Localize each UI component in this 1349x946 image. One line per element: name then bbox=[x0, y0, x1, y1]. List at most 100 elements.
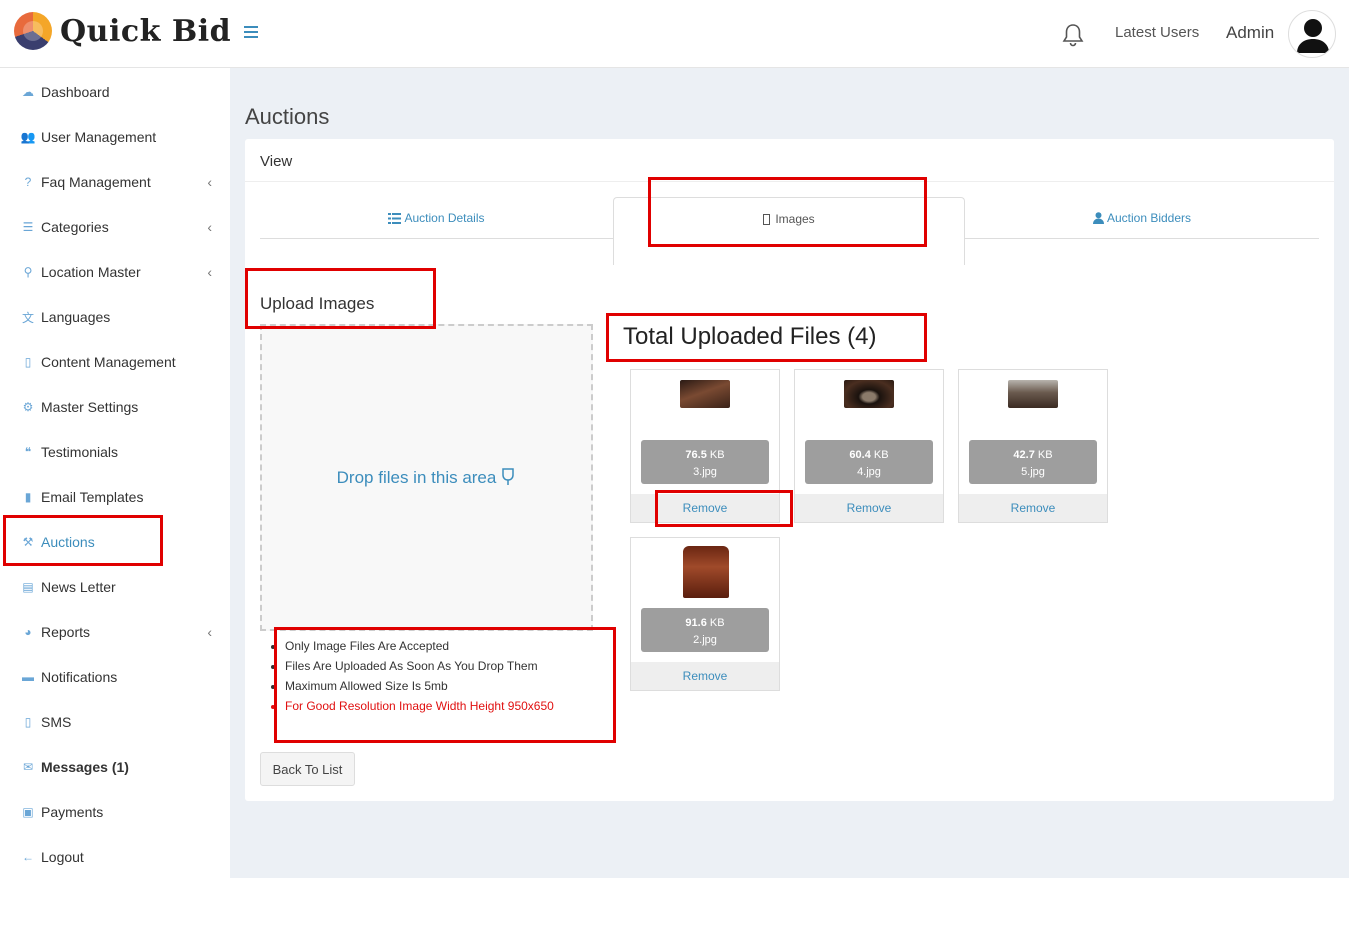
rule-item: Maximum Allowed Size Is 5mb bbox=[285, 676, 554, 696]
file-thumbnail bbox=[680, 380, 730, 408]
pin-icon: ⚲ bbox=[23, 265, 33, 279]
sidebar-item-label: Languages bbox=[41, 309, 111, 325]
sidebar-item-messages-1[interactable]: ✉ Messages (1) bbox=[0, 747, 230, 787]
sidebar-item-faq-management[interactable]: ? Faq Management ‹ bbox=[0, 162, 230, 202]
sidebar-item-label: Email Templates bbox=[41, 489, 144, 505]
total-uploaded-title: Total Uploaded Files (4) bbox=[623, 323, 877, 350]
sidebar-item-label: Content Management bbox=[41, 354, 176, 370]
sidebar-item-label: Testimonials bbox=[41, 444, 119, 460]
chevron-left-icon: ‹ bbox=[207, 174, 212, 190]
tab-images[interactable]: Images bbox=[613, 197, 965, 265]
sidebar-item-notifications[interactable]: ▬ Notifications bbox=[0, 657, 230, 697]
sidebar-item-categories[interactable]: ☰ Categories ‹ bbox=[0, 207, 230, 247]
sidebar-item-dashboard[interactable]: ☁ Dashboard bbox=[0, 72, 230, 112]
logo-icon bbox=[14, 12, 52, 50]
sidebar-item-languages[interactable]: 文 Languages bbox=[0, 297, 230, 337]
back-to-list-button[interactable]: Back To List bbox=[260, 752, 355, 786]
sidebar-item-reports[interactable]: ◕ Reports ‹ bbox=[0, 612, 230, 652]
sidebar-item-payments[interactable]: ▣ Payments bbox=[0, 792, 230, 832]
file-thumbnail bbox=[683, 546, 729, 598]
brand-logo[interactable]: Quick Bid bbox=[14, 12, 231, 50]
file-info: 91.6 KB 2.jpg bbox=[641, 608, 769, 652]
file-info: 76.5 KB 3.jpg bbox=[641, 440, 769, 484]
question-icon: ? bbox=[24, 175, 32, 189]
view-box: View Auction Details Images Auction Bidd… bbox=[245, 139, 1334, 801]
list-icon bbox=[388, 212, 402, 224]
arrow-left-icon: ← bbox=[22, 850, 34, 864]
sidebar-item-label: Master Settings bbox=[41, 399, 139, 415]
remove-file-link[interactable]: Remove bbox=[959, 494, 1107, 522]
sidebar-item-label: Payments bbox=[41, 804, 104, 820]
sidebar-item-master-settings[interactable]: ⚙ Master Settings bbox=[0, 387, 230, 427]
tab-auction-bidders[interactable]: Auction Bidders bbox=[965, 197, 1319, 239]
tab-auction-details[interactable]: Auction Details bbox=[260, 197, 613, 239]
file-card: 42.7 KB 5.jpg Remove bbox=[958, 369, 1108, 523]
list-icon: ☰ bbox=[22, 220, 34, 234]
latest-users-link[interactable]: Latest Users bbox=[1115, 24, 1199, 41]
sidebar-item-location-master[interactable]: ⚲ Location Master ‹ bbox=[0, 252, 230, 292]
page-title: Auctions bbox=[245, 104, 330, 129]
cogs-icon: ⚙ bbox=[22, 400, 34, 414]
cloud-icon: ☁ bbox=[22, 85, 34, 99]
sidebar: ☁ Dashboard 👥 User Management? Faq Managemen… bbox=[0, 68, 230, 878]
quote-icon: ❝ bbox=[24, 445, 32, 459]
pie-chart-icon: ◕ bbox=[24, 625, 32, 639]
sidebar-item-label: Faq Management bbox=[41, 174, 151, 190]
gavel-icon: ⚒ bbox=[22, 535, 34, 549]
sidebar-item-content-management[interactable]: ▯ Content Management bbox=[0, 342, 230, 382]
file-card: 60.4 KB 4.jpg Remove bbox=[794, 369, 944, 523]
tab-label: Auction Details bbox=[404, 211, 485, 225]
rule-item-resolution: For Good Resolution Image Width Height 9… bbox=[285, 696, 554, 716]
remove-file-link[interactable]: Remove bbox=[631, 662, 779, 690]
envelope-icon: ✉ bbox=[22, 760, 34, 774]
sidebar-item-label: Dashboard bbox=[41, 84, 110, 100]
rule-item: Only Image Files Are Accepted bbox=[285, 636, 554, 656]
sidebar-item-label: User Management bbox=[41, 129, 157, 145]
box-title: View bbox=[245, 139, 1334, 182]
sidebar-item-label: Reports bbox=[41, 624, 91, 640]
file-info: 42.7 KB 5.jpg bbox=[969, 440, 1097, 484]
tab-label: Images bbox=[775, 212, 815, 226]
file-info: 60.4 KB 4.jpg bbox=[805, 440, 933, 484]
rule-item: Files Are Uploaded As Soon As You Drop T… bbox=[285, 656, 554, 676]
user-icon bbox=[1092, 212, 1104, 224]
sidebar-item-label: Location Master bbox=[41, 264, 141, 280]
main-content: Auctions View Auction Details Images Auc… bbox=[230, 68, 1349, 878]
sidebar-item-sms[interactable]: ▯ SMS bbox=[0, 702, 230, 742]
remove-file-link[interactable]: Remove bbox=[631, 494, 779, 522]
sidebar-item-label: SMS bbox=[41, 714, 72, 730]
sidebar-item-label: Logout bbox=[41, 849, 84, 865]
sidebar-item-label: Notifications bbox=[41, 669, 118, 685]
image-icon bbox=[763, 214, 771, 225]
hand-pointer-icon bbox=[502, 467, 515, 485]
dropzone[interactable]: Drop files in this area bbox=[260, 324, 593, 631]
sidebar-item-logout[interactable]: ← Logout bbox=[0, 837, 230, 877]
sidebar-item-label: Auctions bbox=[41, 534, 95, 550]
sidebar-item-news-letter[interactable]: ▤ News Letter bbox=[0, 567, 230, 607]
remove-file-link[interactable]: Remove bbox=[795, 494, 943, 522]
brand-name: Quick Bid bbox=[60, 13, 232, 49]
file-icon: ▯ bbox=[24, 355, 32, 369]
file-thumbnail bbox=[1008, 380, 1058, 408]
file-card: 76.5 KB 3.jpg Remove bbox=[630, 369, 780, 523]
avatar[interactable] bbox=[1288, 10, 1336, 58]
tab-label: Auction Bidders bbox=[1106, 211, 1192, 225]
sidebar-item-user-management[interactable]: 👥 User Management bbox=[0, 117, 230, 157]
drop-text: Drop files in this area bbox=[336, 467, 497, 487]
tab-bar: Auction Details Images Auction Bidders bbox=[260, 197, 1319, 265]
menu-toggle-icon[interactable] bbox=[244, 26, 258, 38]
user-avatar-icon bbox=[1297, 19, 1329, 53]
file-thumbnail bbox=[844, 380, 894, 408]
bell-icon[interactable] bbox=[1060, 22, 1086, 48]
sidebar-item-testimonials[interactable]: ❝ Testimonials bbox=[0, 432, 230, 472]
book-icon: ▮ bbox=[24, 490, 32, 504]
sidebar-item-auctions[interactable]: ⚒ Auctions bbox=[0, 522, 230, 562]
sidebar-item-label: Messages (1) bbox=[41, 759, 129, 775]
sidebar-item-label: Categories bbox=[41, 219, 109, 235]
language-icon: 文 bbox=[21, 310, 34, 325]
sidebar-item-email-templates[interactable]: ▮ Email Templates bbox=[0, 477, 230, 517]
chevron-left-icon: ‹ bbox=[207, 264, 212, 280]
admin-menu[interactable]: Admin bbox=[1226, 23, 1274, 43]
upload-images-title: Upload Images bbox=[260, 294, 375, 313]
money-icon: ▣ bbox=[22, 805, 34, 819]
